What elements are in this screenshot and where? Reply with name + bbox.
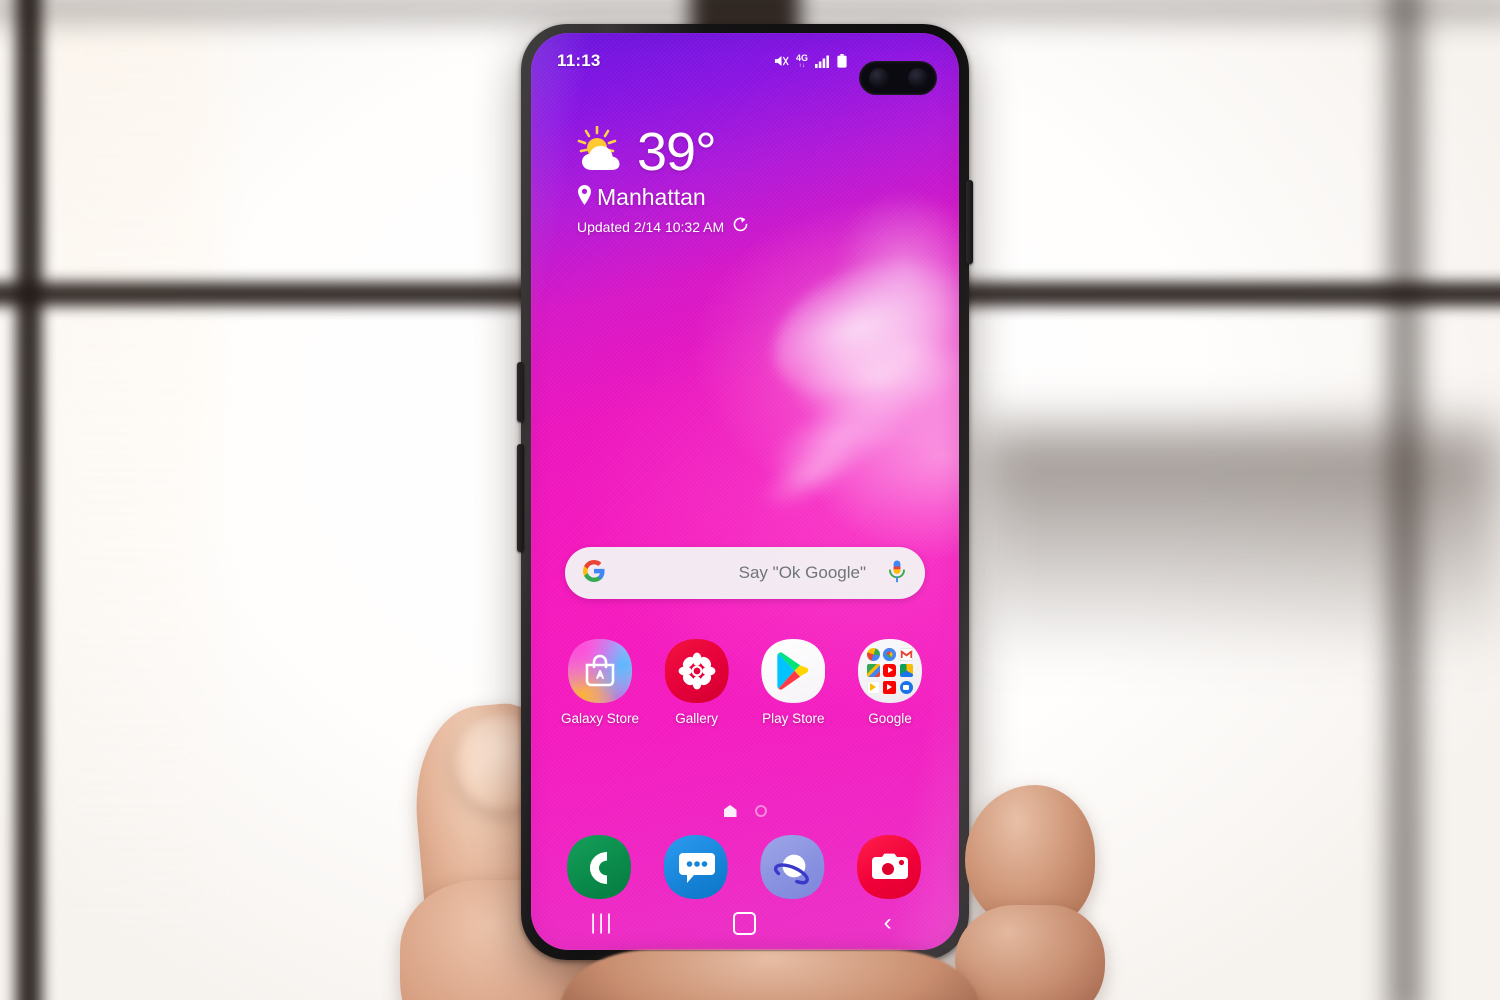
camera-lens-icon: [868, 68, 889, 88]
status-time: 11:13: [557, 51, 601, 70]
page-indicator[interactable]: [531, 805, 959, 817]
phone-screen[interactable]: 11:13 4G ↑↓ 39° Manhattan Updated 2/14 1…: [531, 33, 959, 950]
play-store-icon[interactable]: [761, 639, 825, 703]
weather-location: Manhattan: [597, 184, 706, 210]
page-dot-inactive[interactable]: [754, 805, 767, 817]
window-mullion-vertical: [16, 0, 42, 1000]
weather-main-row: 39°: [577, 125, 749, 179]
back-button[interactable]: ‹: [858, 903, 918, 943]
drive-icon: [900, 664, 913, 677]
galaxy-store-icon[interactable]: [568, 639, 632, 703]
mute-icon: [774, 54, 789, 68]
signal-icon: [815, 55, 830, 68]
photo-scene: 11:13 4G ↑↓ 39° Manhattan Updated 2/14 1…: [0, 0, 1500, 1000]
partly-cloudy-icon: [577, 125, 629, 179]
location-pin-icon: [577, 185, 592, 210]
youtube-icon: [883, 664, 896, 677]
youtube-music-icon: [883, 681, 896, 694]
weather-widget[interactable]: 39° Manhattan Updated 2/14 10:32 AM: [577, 125, 749, 238]
dock-item-messages[interactable]: [654, 835, 740, 901]
speech-bubble-icon[interactable]: [664, 835, 730, 901]
dock: [557, 835, 933, 901]
search-placeholder-text: Say "Ok Google": [738, 563, 866, 582]
window-pane-tint: [40, 10, 220, 970]
camera-icon[interactable]: [857, 835, 923, 901]
app-label: Gallery: [675, 711, 719, 726]
wallpaper-wisp: [751, 371, 927, 505]
weather-location-row: Manhattan: [577, 184, 749, 210]
app-play-store[interactable]: Play Store: [750, 639, 836, 726]
dock-item-phone[interactable]: [557, 835, 643, 901]
camera-lens-icon: [907, 68, 928, 88]
back-chevron-icon: ‹: [883, 909, 892, 936]
recents-glyph: |||: [590, 911, 615, 934]
fingers-bottom: [560, 950, 980, 1000]
app-label: Google: [868, 711, 912, 726]
home-button[interactable]: [715, 903, 775, 943]
background-shadow: [980, 430, 1500, 660]
play-store-mini-icon: [867, 681, 880, 694]
app-gallery[interactable]: Gallery: [654, 639, 740, 726]
google-folder-icon[interactable]: [858, 639, 922, 703]
wallpaper-wisp: [749, 428, 869, 524]
duo-icon: [900, 681, 913, 694]
weather-updated-row: Updated 2/14 10:32 AM: [577, 216, 749, 238]
app-label: Play Store: [762, 711, 825, 726]
page-dot-home-active[interactable]: [723, 805, 737, 817]
planet-icon[interactable]: [760, 835, 826, 901]
google-search-bar[interactable]: Say "Ok Google": [565, 547, 925, 599]
bixby-button[interactable]: [517, 362, 524, 422]
battery-icon: [837, 54, 847, 68]
refresh-icon[interactable]: [732, 216, 749, 238]
wallpaper-wisp: [829, 183, 959, 363]
app-galaxy-store[interactable]: Galaxy Store: [557, 639, 643, 726]
app-google-folder[interactable]: Google: [847, 639, 933, 726]
smartphone-device: 11:13 4G ↑↓ 39° Manhattan Updated 2/14 1…: [517, 24, 973, 960]
status-icon-group: 4G ↑↓: [774, 52, 847, 69]
google-search-icon: [867, 648, 880, 661]
lte-label: 4G: [795, 52, 808, 63]
weather-temperature: 39°: [637, 122, 717, 182]
google-g-icon: [582, 559, 606, 588]
finger: [955, 905, 1105, 1000]
wallpaper-wisp: [781, 315, 959, 441]
weather-updated-text: Updated 2/14 10:32 AM: [577, 219, 725, 236]
folder-mini-icon-grid: [866, 647, 914, 695]
recents-button[interactable]: |||: [572, 903, 632, 943]
maps-icon: [867, 664, 880, 677]
navigation-bar: ||| ‹: [531, 896, 959, 950]
gmail-icon: [900, 648, 913, 661]
dual-front-camera-cutout: [859, 61, 937, 95]
microphone-icon[interactable]: [886, 559, 908, 588]
lte-arrows: ↑↓: [798, 62, 806, 69]
dock-item-camera[interactable]: [847, 835, 933, 901]
dock-item-internet[interactable]: [750, 835, 836, 901]
chrome-icon: [883, 648, 896, 661]
home-square-icon: [733, 911, 757, 935]
gallery-icon[interactable]: [665, 639, 729, 703]
wallpaper-wisp: [753, 229, 959, 427]
phone-handset-icon[interactable]: [567, 835, 633, 901]
app-grid: Galaxy Store Gallery Play Store Google: [557, 639, 933, 726]
volume-button[interactable]: [517, 444, 524, 552]
app-label: Galaxy Store: [560, 711, 640, 726]
power-button[interactable]: [966, 180, 973, 264]
lte-icon: 4G ↑↓: [795, 52, 808, 69]
